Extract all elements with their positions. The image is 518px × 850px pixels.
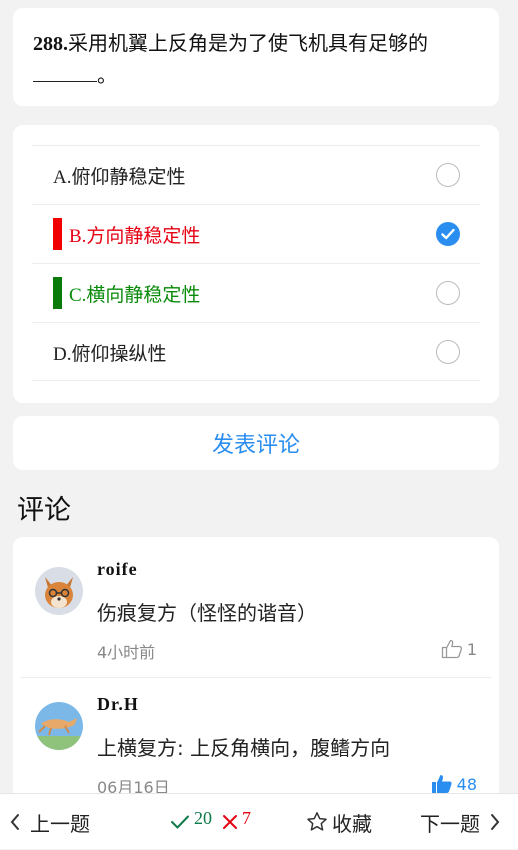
options-card: A.俯仰静稳定性 B.方向静稳定性 C.横向静稳定性 D.俯仰操纵性 <box>13 125 499 403</box>
option-b-label: B.方向静稳定性 <box>69 226 201 247</box>
question-number: 288. <box>33 33 68 55</box>
option-c-label: C.横向静稳定性 <box>69 285 201 306</box>
comment-text: 上横复方: 上反角横向，腹鳍方向 <box>97 736 391 760</box>
option-d-radio[interactable] <box>436 340 460 364</box>
comments-heading: 评论 <box>17 495 71 526</box>
comment-time: 06月16日 <box>97 778 170 793</box>
chevron-right-icon <box>491 814 500 830</box>
favorite-button[interactable]: 收藏 <box>306 794 372 850</box>
answer-stats: 20 7 <box>170 794 251 850</box>
option-a-label: A.俯仰静稳定性 <box>53 167 186 188</box>
like-count: 48 <box>456 774 477 794</box>
next-question-button[interactable]: 下一题 <box>420 794 502 850</box>
comment-text: 伤痕复方（怪怪的谐音） <box>97 601 317 625</box>
wrong-count: 7 <box>242 807 251 828</box>
option-c-radio[interactable] <box>436 281 460 305</box>
checkmark-icon <box>441 228 455 240</box>
prev-question-label: 上一题 <box>30 811 90 836</box>
check-icon <box>171 815 189 829</box>
like-button-active[interactable]: 48 <box>431 774 477 793</box>
option-b[interactable]: B.方向静稳定性 <box>32 204 480 263</box>
cat-jumping-avatar-icon <box>35 702 83 750</box>
comment-item: roife 伤痕复方（怪怪的谐音） 4小时前 1 <box>13 537 499 672</box>
avatar[interactable] <box>35 567 83 615</box>
star-icon <box>307 812 327 831</box>
thumbs-up-icon <box>441 639 462 659</box>
fox-avatar-icon <box>35 567 83 615</box>
answer-blank <box>33 62 97 82</box>
comment-item: Dr.H 上横复方: 上反角横向，腹鳍方向 06月16日 48 <box>13 672 499 793</box>
like-count: 1 <box>466 639 477 659</box>
bottom-navigation-bar: 上一题 20 7 收藏 下一题 <box>0 793 518 849</box>
option-a[interactable]: A.俯仰静稳定性 <box>32 145 480 204</box>
correct-count: 20 <box>194 807 212 828</box>
cross-icon <box>223 815 237 829</box>
question-suffix: 。 <box>97 65 117 87</box>
question-text: 288.采用机翼上反角是为了使飞机具有足够的。 <box>33 28 479 92</box>
chevron-left-icon <box>10 814 19 830</box>
question-card: 288.采用机翼上反角是为了使飞机具有足够的。 <box>13 8 499 106</box>
post-comment-card: 发表评论 <box>13 416 499 470</box>
like-button[interactable]: 1 <box>441 639 477 659</box>
option-d[interactable]: D.俯仰操纵性 <box>32 322 480 381</box>
comment-username[interactable]: roife <box>97 559 138 580</box>
option-a-radio[interactable] <box>436 163 460 187</box>
correct-answer-marker <box>53 277 62 309</box>
option-c[interactable]: C.横向静稳定性 <box>32 263 480 322</box>
favorite-label: 收藏 <box>332 811 372 836</box>
option-b-radio-checked[interactable] <box>436 222 460 246</box>
comments-list: roife 伤痕复方（怪怪的谐音） 4小时前 1 Dr.H 上横复方: 上反角横… <box>13 537 499 793</box>
option-d-label: D.俯仰操纵性 <box>53 344 167 365</box>
avatar[interactable] <box>35 702 83 750</box>
prev-question-button[interactable]: 上一题 <box>8 794 90 850</box>
comment-username[interactable]: Dr.H <box>97 694 139 715</box>
thumbs-up-filled-icon <box>431 775 452 793</box>
wrong-answer-marker <box>53 218 62 250</box>
content-scroll-area[interactable]: 288.采用机翼上反角是为了使飞机具有足够的。 A.俯仰静稳定性 B.方向静稳定… <box>0 0 518 793</box>
comment-time: 4小时前 <box>97 643 156 662</box>
post-comment-button[interactable]: 发表评论 <box>212 427 300 459</box>
next-question-label: 下一题 <box>420 811 480 836</box>
question-body: 采用机翼上反角是为了使飞机具有足够的 <box>68 33 428 55</box>
